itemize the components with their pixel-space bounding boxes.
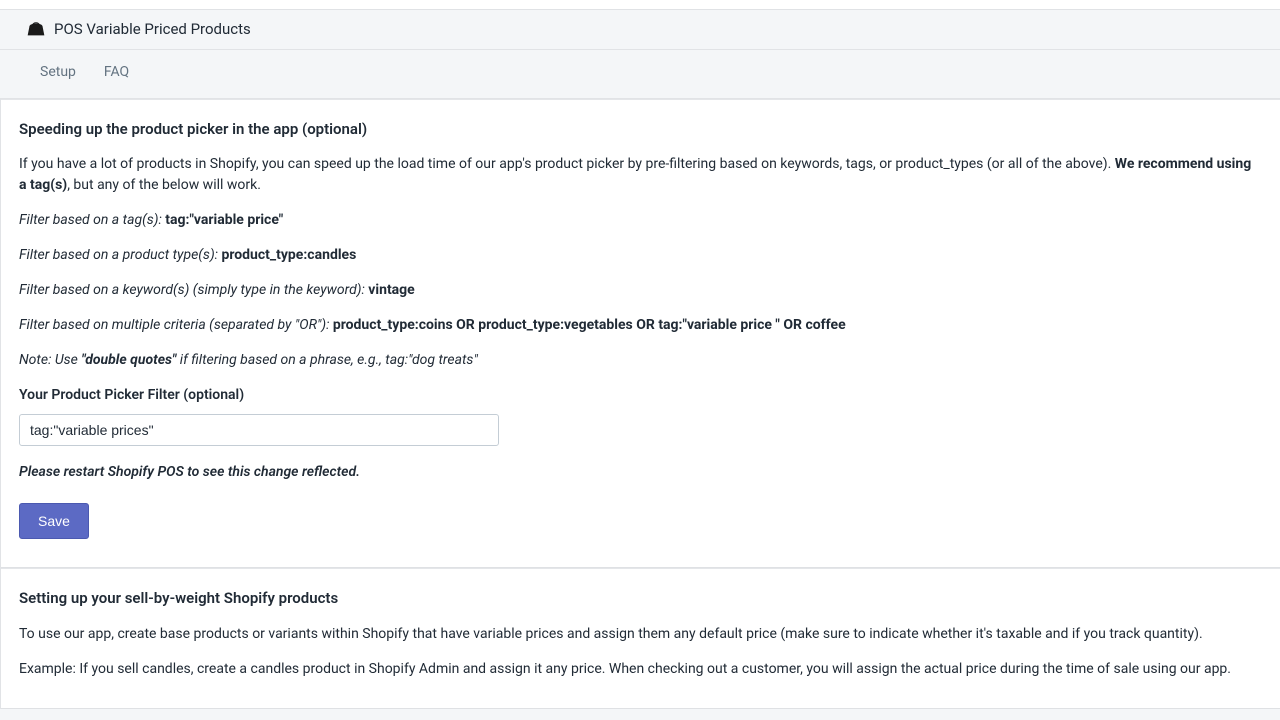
filter-input[interactable] <box>19 414 499 446</box>
note-suffix: if filtering based on a phrase, e.g., ta… <box>176 352 477 368</box>
tab-bar: Setup FAQ <box>0 50 1280 99</box>
section-speed-up-picker: Speeding up the product picker in the ap… <box>1 99 1280 569</box>
intro-text-a: If you have a lot of products in Shopify… <box>19 156 1115 172</box>
filter-input-label: Your Product Picker Filter (optional) <box>19 385 1262 406</box>
save-button[interactable]: Save <box>19 503 89 539</box>
filter-note: Note: Use "double quotes" if filtering b… <box>19 350 1262 371</box>
tab-faq[interactable]: FAQ <box>90 50 143 98</box>
filter-multi-label: Filter based on multiple criteria (separ… <box>19 317 333 333</box>
filter-example-multi: Filter based on multiple criteria (separ… <box>19 315 1262 336</box>
section2-para1: To use our app, create base products or … <box>19 624 1262 645</box>
note-prefix: Note: Use <box>19 352 81 368</box>
filter-multi-value: product_type:coins OR product_type:veget… <box>333 317 846 333</box>
tab-setup[interactable]: Setup <box>26 50 90 98</box>
app-logo-icon <box>26 21 46 37</box>
filter-keyword-value: vintage <box>368 282 414 298</box>
filter-type-label: Filter based on a product type(s): <box>19 247 221 263</box>
app-title: POS Variable Priced Products <box>54 18 251 41</box>
filter-tag-value: tag:"variable price" <box>165 212 283 228</box>
browser-top-gap <box>0 0 1280 10</box>
section2-para2: Example: If you sell candles, create a c… <box>19 659 1262 680</box>
filter-keyword-label: Filter based on a keyword(s) (simply typ… <box>19 282 368 298</box>
section2-heading: Setting up your sell-by-weight Shopify p… <box>19 587 1262 610</box>
section-sell-by-weight: Setting up your sell-by-weight Shopify p… <box>1 568 1280 709</box>
intro-text-b: , but any of the below will work. <box>67 177 261 193</box>
filter-tag-label: Filter based on a tag(s): <box>19 212 165 228</box>
filter-example-type: Filter based on a product type(s): produ… <box>19 245 1262 266</box>
note-quotes: "double quotes" <box>81 352 176 368</box>
app-header: POS Variable Priced Products <box>0 10 1280 50</box>
filter-type-value: product_type:candles <box>221 247 356 263</box>
restart-note: Please restart Shopify POS to see this c… <box>19 462 1262 483</box>
section-heading: Speeding up the product picker in the ap… <box>19 118 1262 141</box>
filter-example-tag: Filter based on a tag(s): tag:"variable … <box>19 210 1262 231</box>
intro-paragraph: If you have a lot of products in Shopify… <box>19 154 1262 196</box>
filter-example-keyword: Filter based on a keyword(s) (simply typ… <box>19 280 1262 301</box>
